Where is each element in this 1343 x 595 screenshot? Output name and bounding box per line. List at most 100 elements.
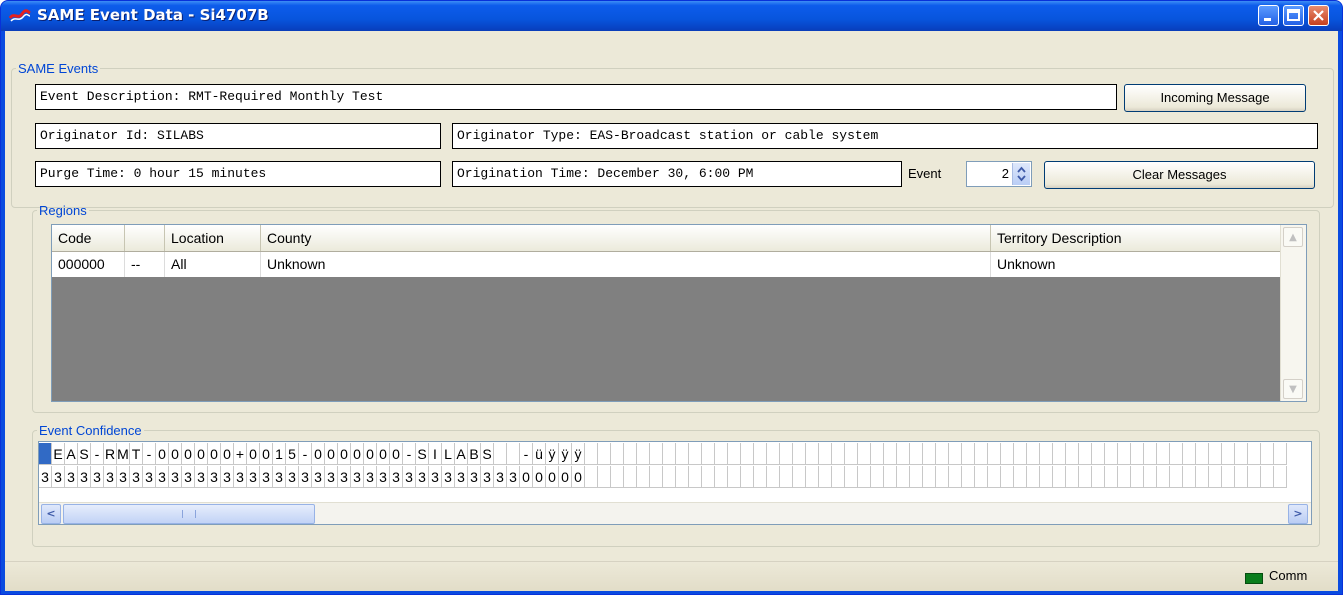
confidence-levels-cell[interactable]: [806, 466, 819, 488]
confidence-chars-cell[interactable]: [1144, 443, 1157, 465]
confidence-chars-cell[interactable]: [1222, 443, 1235, 465]
confidence-levels-cell[interactable]: [1118, 466, 1131, 488]
confidence-chars-cell[interactable]: [754, 443, 767, 465]
confidence-chars-cell[interactable]: 0: [156, 443, 169, 465]
confidence-levels-cell[interactable]: 3: [117, 466, 130, 488]
confidence-levels-cell[interactable]: [1131, 466, 1144, 488]
confidence-levels-cell[interactable]: [975, 466, 988, 488]
confidence-chars-cell[interactable]: +: [234, 443, 247, 465]
confidence-chars-cell[interactable]: [949, 443, 962, 465]
confidence-chars-cell[interactable]: [1118, 443, 1131, 465]
event-number-spinner[interactable]: 2: [966, 161, 1032, 187]
confidence-levels-cell[interactable]: 3: [130, 466, 143, 488]
horizontal-scroll-thumb[interactable]: [63, 504, 315, 524]
confidence-levels-cell[interactable]: [1092, 466, 1105, 488]
confidence-levels-cell[interactable]: 3: [364, 466, 377, 488]
confidence-chars-cell[interactable]: [637, 443, 650, 465]
confidence-chars-cell[interactable]: [1105, 443, 1118, 465]
confidence-chars-cell[interactable]: [832, 443, 845, 465]
confidence-levels-cell[interactable]: 3: [143, 466, 156, 488]
confidence-chars-cell[interactable]: [975, 443, 988, 465]
confidence-chars-cell[interactable]: [1053, 443, 1066, 465]
confidence-chars-cell[interactable]: [585, 443, 598, 465]
confidence-levels-cell[interactable]: [884, 466, 897, 488]
confidence-levels-cell[interactable]: [728, 466, 741, 488]
confidence-levels-cell[interactable]: 3: [377, 466, 390, 488]
spinner-buttons[interactable]: [1012, 163, 1030, 185]
column-header-county[interactable]: County: [261, 225, 991, 251]
confidence-chars-cell[interactable]: S: [78, 443, 91, 465]
confidence-chars-cell[interactable]: 0: [377, 443, 390, 465]
confidence-levels-cell[interactable]: [650, 466, 663, 488]
confidence-levels-cell[interactable]: [702, 466, 715, 488]
confidence-levels-cell[interactable]: [819, 466, 832, 488]
confidence-levels-cell[interactable]: [962, 466, 975, 488]
confidence-levels-cell[interactable]: [715, 466, 728, 488]
confidence-levels-cell[interactable]: 3: [507, 466, 520, 488]
confidence-chars-cell[interactable]: ÿ: [572, 443, 585, 465]
confidence-levels-cell[interactable]: [1066, 466, 1079, 488]
confidence-chars-cell[interactable]: [1014, 443, 1027, 465]
minimize-button[interactable]: [1258, 5, 1279, 26]
confidence-chars-cell[interactable]: [1274, 443, 1287, 465]
confidence-levels-cell[interactable]: 3: [312, 466, 325, 488]
confidence-levels-cell[interactable]: [767, 466, 780, 488]
confidence-levels-cell[interactable]: [897, 466, 910, 488]
confidence-chars-cell[interactable]: ÿ: [559, 443, 572, 465]
confidence-chars-cell[interactable]: [910, 443, 923, 465]
confidence-chars-cell[interactable]: [793, 443, 806, 465]
confidence-chars-cell[interactable]: 0: [364, 443, 377, 465]
confidence-chars-cell[interactable]: S: [416, 443, 429, 465]
confidence-chars-cell[interactable]: [1131, 443, 1144, 465]
maximize-button[interactable]: [1283, 5, 1304, 26]
confidence-chars-cell[interactable]: A: [455, 443, 468, 465]
confidence-levels-cell[interactable]: 3: [416, 466, 429, 488]
confidence-chars-cell[interactable]: [1248, 443, 1261, 465]
confidence-levels-cell[interactable]: [871, 466, 884, 488]
confidence-levels-cell[interactable]: 3: [494, 466, 507, 488]
confidence-chars-cell[interactable]: -: [520, 443, 533, 465]
confidence-levels-cell[interactable]: 3: [442, 466, 455, 488]
confidence-chars-cell[interactable]: [1183, 443, 1196, 465]
confidence-levels-cell[interactable]: [1235, 466, 1248, 488]
confidence-levels-cell[interactable]: 3: [247, 466, 260, 488]
confidence-levels-cell[interactable]: [1209, 466, 1222, 488]
confidence-chars-cell[interactable]: [1092, 443, 1105, 465]
confidence-levels-cell[interactable]: [923, 466, 936, 488]
confidence-levels-cell[interactable]: [1157, 466, 1170, 488]
confidence-chars-cell[interactable]: 0: [208, 443, 221, 465]
confidence-chars-cell[interactable]: [1170, 443, 1183, 465]
confidence-chars-cell[interactable]: [1027, 443, 1040, 465]
confidence-chars-cell[interactable]: 0: [351, 443, 364, 465]
confidence-levels-cell[interactable]: 3: [351, 466, 364, 488]
confidence-chars-cell[interactable]: [962, 443, 975, 465]
confidence-chars-cell[interactable]: [507, 443, 520, 465]
confidence-chars-cell[interactable]: [1040, 443, 1053, 465]
confidence-chars-cell[interactable]: [923, 443, 936, 465]
confidence-levels-cell[interactable]: [1183, 466, 1196, 488]
confidence-levels-cell[interactable]: 3: [195, 466, 208, 488]
confidence-chars-cell[interactable]: 5: [286, 443, 299, 465]
confidence-chars-cell[interactable]: [689, 443, 702, 465]
confidence-levels-cell[interactable]: 3: [182, 466, 195, 488]
confidence-levels-cell[interactable]: 3: [78, 466, 91, 488]
confidence-levels-cell[interactable]: [858, 466, 871, 488]
confidence-levels-cell[interactable]: 3: [299, 466, 312, 488]
confidence-chars-cell[interactable]: 0: [182, 443, 195, 465]
confidence-levels-cell[interactable]: 3: [481, 466, 494, 488]
scroll-down-arrow-icon[interactable]: ▼: [1283, 379, 1303, 399]
confidence-levels-cell[interactable]: 3: [286, 466, 299, 488]
confidence-levels-cell[interactable]: [910, 466, 923, 488]
confidence-levels-cell[interactable]: 3: [325, 466, 338, 488]
confidence-chars-cell[interactable]: 0: [338, 443, 351, 465]
confidence-levels-cell[interactable]: 3: [455, 466, 468, 488]
confidence-levels-cell[interactable]: [598, 466, 611, 488]
confidence-levels-cell[interactable]: 0: [559, 466, 572, 488]
confidence-chars-cell[interactable]: [780, 443, 793, 465]
confidence-levels-cell[interactable]: 3: [208, 466, 221, 488]
confidence-chars-cell[interactable]: [845, 443, 858, 465]
column-header-territory-description[interactable]: Territory Description: [991, 225, 1280, 251]
confidence-levels-cell[interactable]: 0: [520, 466, 533, 488]
confidence-chars-cell[interactable]: 0: [247, 443, 260, 465]
confidence-chars-cell[interactable]: [494, 443, 507, 465]
